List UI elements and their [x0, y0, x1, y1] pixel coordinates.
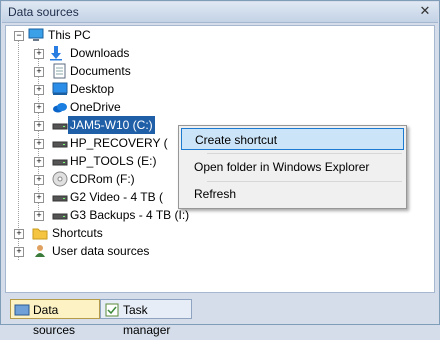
tree-node-label: User data sources: [52, 244, 150, 258]
expand-icon[interactable]: +: [14, 229, 24, 239]
tab-data-sources[interactable]: Data sources: [10, 299, 100, 337]
tree-node-label: OneDrive: [70, 100, 121, 114]
tree-node-desktop[interactable]: + Desktop: [6, 80, 206, 98]
menu-item-refresh[interactable]: Refresh: [181, 183, 404, 205]
user-sources-icon: [35, 245, 45, 257]
drive-icon: [52, 141, 68, 148]
expand-icon[interactable]: +: [34, 85, 44, 95]
expand-icon[interactable]: +: [34, 157, 44, 167]
expand-icon[interactable]: +: [34, 49, 44, 59]
drive-icon: [52, 159, 68, 166]
expand-icon[interactable]: +: [34, 67, 44, 77]
cdrom-icon: [52, 171, 68, 187]
task-manager-icon: [105, 303, 119, 317]
expand-icon[interactable]: +: [14, 247, 24, 257]
panel-title: Data sources: [8, 5, 79, 19]
tree-node-label: This PC: [48, 28, 91, 42]
expand-icon[interactable]: +: [34, 139, 44, 149]
tab-label: Task manager: [123, 303, 171, 337]
expand-icon[interactable]: +: [34, 103, 44, 113]
menu-item-label: Refresh: [194, 187, 237, 201]
menu-item-label: Open folder in Windows Explorer: [194, 160, 370, 174]
tab-label: Data sources: [33, 303, 76, 337]
tab-task-manager[interactable]: Task manager: [100, 299, 192, 337]
tree-node-label: Downloads: [70, 46, 130, 60]
tree-node-label: G3 Backups - 4 TB (I:): [70, 208, 190, 222]
tree-node-drive-hp-recovery[interactable]: + HP_RECOVERY (: [6, 134, 206, 152]
folder-icon: [32, 228, 48, 240]
tree-node-drive-g2[interactable]: + G2 Video - 4 TB (: [6, 188, 206, 206]
menu-item-create-shortcut[interactable]: Create shortcut: [181, 128, 404, 150]
menu-item-label: Create shortcut: [195, 133, 278, 147]
desktop-icon: [52, 82, 68, 95]
tree-node-label: Desktop: [70, 82, 115, 96]
drive-icon: [52, 123, 68, 130]
download-icon: [50, 46, 62, 61]
drive-icon: [52, 195, 68, 202]
tree-node-documents[interactable]: + Documents: [6, 62, 206, 80]
expand-icon[interactable]: +: [34, 211, 44, 221]
onedrive-icon: [53, 103, 67, 113]
data-sources-icon: [14, 304, 30, 316]
tree-node-label: HP_TOOLS (E:): [70, 154, 157, 168]
menu-item-open-in-explorer[interactable]: Open folder in Windows Explorer: [181, 156, 404, 178]
close-icon[interactable]: ✕: [418, 4, 432, 18]
menu-separator: [207, 181, 402, 182]
expand-icon[interactable]: +: [34, 175, 44, 185]
expand-icon[interactable]: +: [34, 193, 44, 203]
bottom-tab-bar: Data sources Task manager: [2, 295, 438, 337]
tree-node-cdrom[interactable]: + CDRom (F:): [6, 170, 206, 188]
context-menu: Create shortcut Open folder in Windows E…: [178, 125, 407, 209]
computer-icon: [28, 28, 44, 41]
expand-icon[interactable]: +: [34, 121, 44, 131]
tree-node-label: JAM5-W10 (C:): [68, 116, 155, 134]
tree-node-this-pc[interactable]: − This PC: [6, 26, 206, 44]
tree-node-onedrive[interactable]: + OneDrive: [6, 98, 206, 116]
tree-node-downloads[interactable]: + Downloads: [6, 44, 206, 62]
menu-separator: [207, 153, 402, 154]
collapse-icon[interactable]: −: [14, 31, 24, 41]
tree-node-label: Documents: [70, 64, 131, 78]
panel-titlebar: Data sources ✕: [2, 2, 438, 23]
tree-node-user-data-sources[interactable]: + User data sources: [6, 242, 206, 260]
tree-node-drive-hp-tools[interactable]: + HP_TOOLS (E:): [6, 152, 206, 170]
tree-node-label: Shortcuts: [52, 226, 103, 240]
tree-node-shortcuts[interactable]: + Shortcuts: [6, 224, 206, 242]
data-sources-panel: Data sources ✕ − This PC + Downloads + D…: [0, 0, 440, 337]
documents-icon: [53, 63, 66, 79]
tree-node-label: HP_RECOVERY (: [70, 136, 168, 150]
tree-node-label: G2 Video - 4 TB (: [70, 190, 163, 204]
tree-node-label: CDRom (F:): [70, 172, 135, 186]
drive-icon: [52, 213, 68, 220]
tree-node-drive-c[interactable]: + JAM5-W10 (C:): [6, 116, 206, 134]
